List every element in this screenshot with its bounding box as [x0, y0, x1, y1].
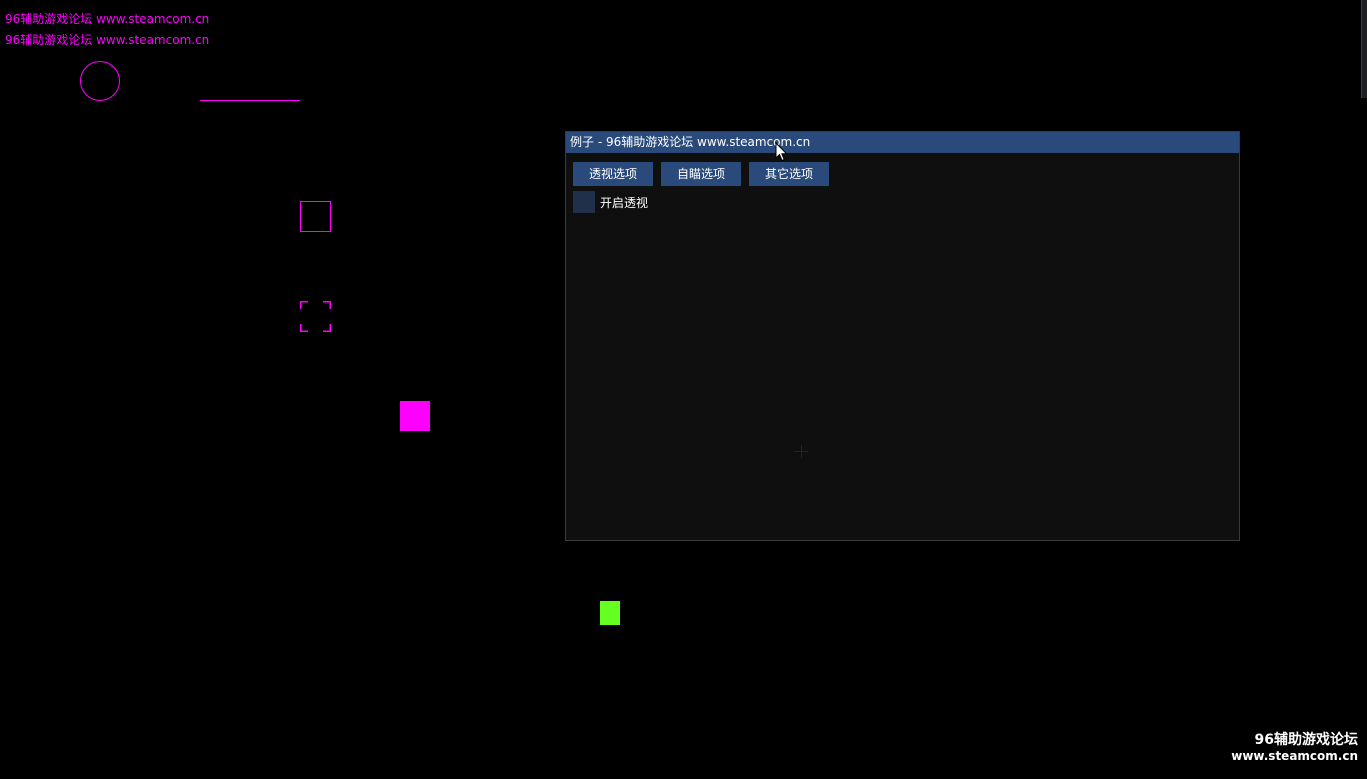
drawn-rectangle: [300, 201, 331, 232]
tab-esp-options[interactable]: 透视选项: [573, 162, 653, 186]
drawn-line: [200, 100, 300, 101]
enable-esp-checkbox-row[interactable]: 开启透视: [573, 191, 648, 213]
window-titlebar[interactable]: 例子 - 96辅助游戏论坛 www.steamcom.cn: [566, 132, 1239, 153]
drawn-filled-rectangle: [400, 401, 430, 431]
watermark-url: www.steamcom.cn: [1231, 749, 1358, 763]
overlay-text-line-2: 96辅助游戏论坛 www.steamcom.cn: [5, 33, 210, 47]
enable-esp-label: 开启透视: [600, 195, 649, 210]
drawn-circle: [80, 61, 120, 101]
example-window: 例子 - 96辅助游戏论坛 www.steamcom.cn 透视选项 自瞄选项 …: [565, 131, 1240, 541]
drawn-green-rectangle: [600, 601, 620, 625]
edge-scrollbar[interactable]: [1361, 0, 1367, 98]
mouse-pointer-icon: [775, 142, 788, 162]
tab-aimbot-options[interactable]: 自瞄选项: [661, 162, 741, 186]
watermark-site-name: 96辅助游戏论坛: [1254, 732, 1358, 748]
drawn-corner-box: [300, 301, 331, 332]
overlay-canvas: 96辅助游戏论坛 www.steamcom.cn 96辅助游戏论坛 www.st…: [0, 0, 1367, 779]
crosshair-icon: [795, 445, 808, 458]
overlay-text-line-1: 96辅助游戏论坛 www.steamcom.cn: [5, 12, 210, 26]
tab-other-options[interactable]: 其它选项: [749, 162, 829, 186]
enable-esp-checkbox[interactable]: [573, 191, 595, 213]
